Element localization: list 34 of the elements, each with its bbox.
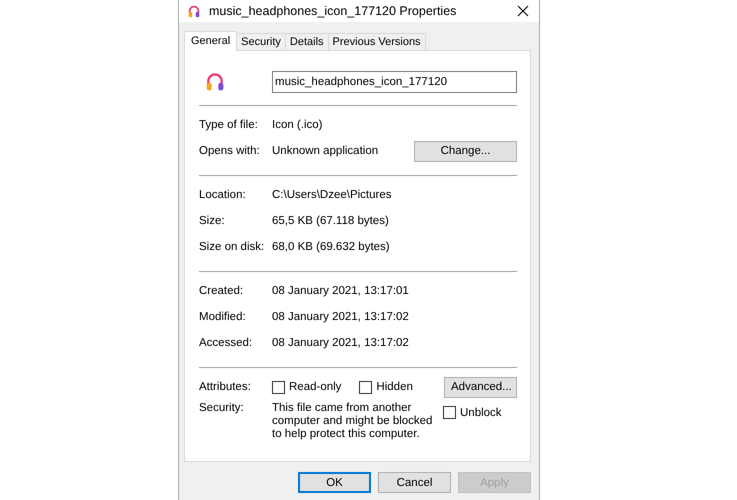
field-value: 08 January 2021, 13:17:01 <box>272 285 410 297</box>
field-label: Modified: <box>199 311 247 323</box>
tab[interactable]: Security <box>236 33 286 50</box>
checkbox[interactable]: Unblock <box>443 406 502 419</box>
window-title: music_headphones_icon_177120 Properties <box>209 4 458 18</box>
field-value: C:\Users\Dzee\Pictures <box>272 189 393 201</box>
field-label: Size: <box>199 215 226 227</box>
close-icon[interactable] <box>517 5 529 17</box>
tab[interactable]: Previous Versions <box>328 33 426 50</box>
field-value: 08 January 2021, 13:17:02 <box>272 337 410 349</box>
field-value: 68,0 KB (69.632 bytes) <box>272 241 391 253</box>
field-label: Size on disk: <box>199 241 266 253</box>
field-value: 08 January 2021, 13:17:02 <box>272 311 410 323</box>
checkbox[interactable]: Read-only <box>272 380 342 394</box>
field-label: Security: <box>199 402 245 414</box>
headphones-icon <box>187 4 201 18</box>
field-value: Icon (.ico) <box>272 119 324 131</box>
field-value: 65,5 KB (67.118 bytes) <box>272 215 390 227</box>
dialog-button[interactable]: OK <box>298 472 371 493</box>
field-label: Type of file: <box>199 119 259 131</box>
advanced-button[interactable]: Advanced... <box>444 376 517 398</box>
file-name-field[interactable]: music_headphones_icon_177120 <box>272 71 517 93</box>
field-label: Accessed: <box>199 337 254 349</box>
checkbox[interactable]: Hidden <box>359 380 413 394</box>
change-button[interactable]: Change... <box>414 140 517 162</box>
headphones-icon <box>205 71 225 93</box>
field-label: Created: <box>199 285 244 297</box>
field-label: Attributes: <box>199 381 252 393</box>
dialog-button[interactable]: Cancel <box>378 472 451 493</box>
security-message: This file came from another computer and might be blocked to help protect this computer. <box>272 402 434 441</box>
field-label: Opens with: <box>199 145 261 157</box>
tab[interactable]: General <box>184 31 238 51</box>
field-value: Unknown application <box>272 145 380 157</box>
field-label: Location: <box>199 189 247 201</box>
